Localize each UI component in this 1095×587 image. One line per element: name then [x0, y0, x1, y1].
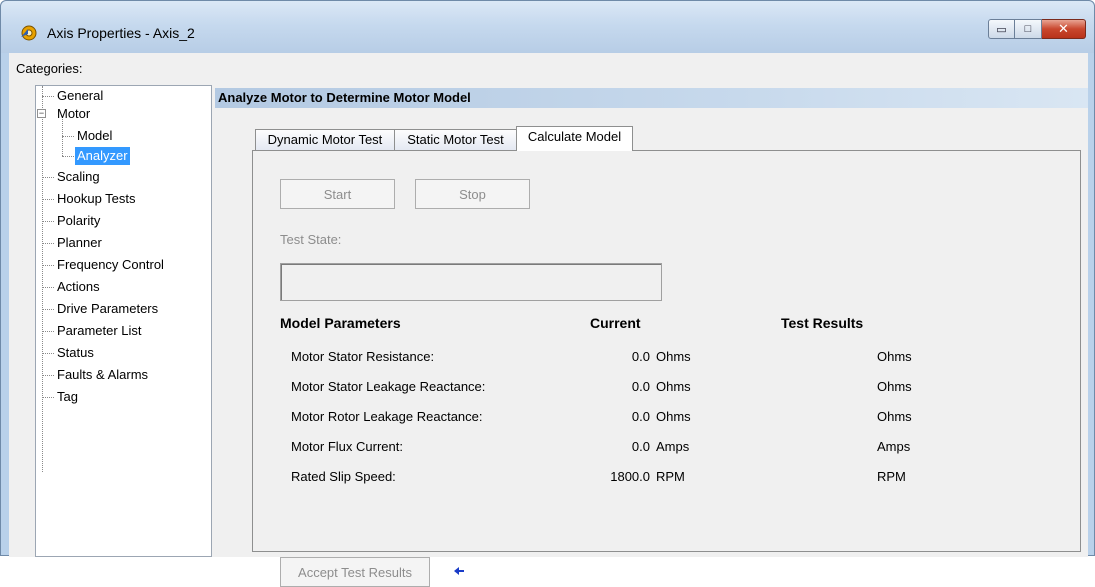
test-result-unit: Ohms — [877, 349, 912, 364]
tree-connector — [42, 397, 54, 398]
tree-item-label: Scaling — [57, 169, 100, 184]
current-value: 0.0 — [631, 349, 650, 364]
stop-button[interactable]: Stop — [415, 179, 530, 209]
categories-tree[interactable]: General − Motor Model Analyzer Scaling H… — [35, 85, 212, 557]
test-result-unit: Ohms — [877, 379, 912, 394]
collapse-icon[interactable]: − — [37, 109, 46, 118]
calculate-model-panel: Start Stop Test State: Model Parameters … — [252, 150, 1082, 587]
current-value: 1800.0 — [610, 469, 650, 484]
window-controls: ▭ □ ✕ — [988, 19, 1086, 39]
tree-root-line — [42, 86, 43, 472]
tree-item-label: Parameter List — [57, 323, 142, 338]
tree-connector — [42, 243, 54, 244]
current-header: Current — [590, 315, 641, 331]
current-value: 0.0 — [631, 439, 650, 454]
parameter-name: Motor Stator Resistance: — [291, 349, 435, 364]
test-state-field — [280, 263, 662, 301]
test-result-unit: Ohms — [877, 409, 912, 424]
current-unit: Amps — [656, 439, 690, 454]
parameter-name: Rated Slip Speed: — [291, 469, 396, 484]
tree-item-label: Frequency Control — [57, 257, 164, 272]
tab-dynamic-motor-test[interactable]: Dynamic Motor Test — [255, 129, 395, 151]
axis-properties-window: Axis Properties - Axis_2 ▭ □ ✕ Categorie… — [0, 0, 1095, 587]
start-button[interactable]: Start — [280, 179, 395, 209]
tree-connector — [42, 331, 54, 332]
current-unit: Ohms — [656, 349, 691, 364]
current-value: 0.0 — [631, 379, 650, 394]
tree-item-label: Motor — [57, 106, 91, 121]
tree-connector — [42, 309, 54, 310]
test-state-label: Test State: — [280, 232, 342, 247]
tab-calculate-model[interactable]: Calculate Model — [516, 126, 633, 151]
tree-item-label: Tag — [57, 389, 78, 404]
parameter-name: Motor Rotor Leakage Reactance: — [291, 409, 483, 424]
tree-connector — [62, 136, 74, 137]
left-arrow-glyph — [454, 567, 464, 575]
test-results-header: Test Results — [781, 315, 864, 331]
maximize-button[interactable]: □ — [1015, 19, 1042, 39]
test-result-unit: Amps — [877, 439, 911, 454]
categories-label: Categories: — [16, 61, 83, 76]
axis-properties-icon — [21, 25, 37, 41]
current-unit: Ohms — [656, 409, 691, 424]
test-result-unit: RPM — [877, 469, 906, 484]
tree-item-label: Actions — [57, 279, 100, 294]
tab-static-motor-test[interactable]: Static Motor Test — [394, 129, 517, 151]
tree-connector — [62, 156, 74, 157]
close-icon: ✕ — [1058, 21, 1069, 36]
tree-item-label: Planner — [57, 235, 102, 250]
tree-item-label: Model — [77, 128, 113, 143]
parameter-row: Motor Stator Resistance: 0.0 Ohms Ohms — [253, 349, 1082, 369]
parameter-name: Motor Stator Leakage Reactance: — [291, 379, 486, 394]
tree-connector — [42, 265, 54, 266]
tree-connector — [42, 96, 54, 97]
window-title: Axis Properties - Axis_2 — [47, 25, 195, 41]
parameter-row: Rated Slip Speed: 1800.0 RPM RPM — [253, 469, 1082, 489]
current-unit: RPM — [656, 469, 685, 484]
minimize-icon: ▭ — [996, 23, 1007, 36]
tree-item-label: Drive Parameters — [57, 301, 159, 316]
dialog-client-area: Categories: General − Motor Model Analyz… — [9, 53, 1088, 587]
tree-item-label: General — [57, 88, 104, 103]
current-value: 0.0 — [631, 409, 650, 424]
tree-connector — [42, 287, 54, 288]
model-parameters-header: Model Parameters — [280, 315, 401, 331]
section-header: Analyze Motor to Determine Motor Model — [215, 88, 1088, 108]
tree-item-label: Status — [57, 345, 94, 360]
accept-test-results-button[interactable]: Accept Test Results — [280, 557, 430, 587]
tree-item-label: Analyzer — [75, 147, 130, 165]
maximize-icon: □ — [1024, 23, 1032, 35]
tree-connector — [42, 375, 54, 376]
tree-item-label: Faults & Alarms — [57, 367, 149, 382]
title-bar[interactable]: Axis Properties - Axis_2 ▭ □ ✕ — [1, 1, 1094, 53]
tree-item-label: Hookup Tests — [57, 191, 136, 206]
tree-connector — [42, 199, 54, 200]
minimize-button[interactable]: ▭ — [988, 19, 1015, 39]
left-arrow-icon — [454, 564, 464, 579]
tree-connector — [42, 177, 54, 178]
tree-connector — [42, 221, 54, 222]
current-unit: Ohms — [656, 379, 691, 394]
parameter-row: Motor Rotor Leakage Reactance: 0.0 Ohms … — [253, 409, 1082, 429]
close-button[interactable]: ✕ — [1042, 19, 1086, 39]
parameter-name: Motor Flux Current: — [291, 439, 403, 454]
parameter-row: Motor Stator Leakage Reactance: 0.0 Ohms… — [253, 379, 1082, 399]
tree-item-label: Polarity — [57, 213, 101, 228]
tree-connector — [42, 353, 54, 354]
parameter-row: Motor Flux Current: 0.0 Amps Amps — [253, 439, 1082, 459]
